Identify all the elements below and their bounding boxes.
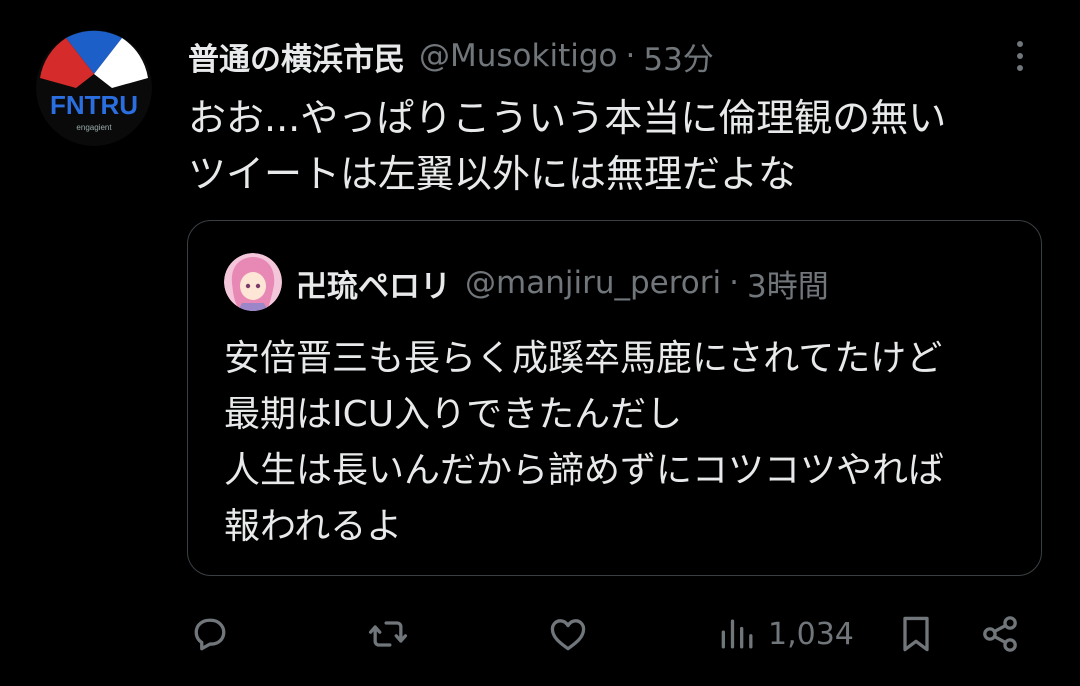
retweet-button[interactable] [366,610,410,658]
quoted-text-line: 最期はICU入りできたんだし [224,394,683,435]
more-dot [1017,41,1023,47]
like-icon [550,619,586,651]
quoted-text-line: 安倍晋三も長らく成蹊卒馬鹿にされてたけど [224,338,943,379]
retweet-icon [368,621,408,647]
author-handle[interactable]: @Musokitigo [419,38,618,74]
reply-icon [194,618,226,651]
avatar-logo-text: FNTRU [50,90,138,120]
tweet-time[interactable]: 53分 [643,34,713,79]
separator-dot: · [625,38,636,74]
views-icon [721,619,753,649]
views-count: 1,034 [768,616,854,652]
quoted-author-avatar[interactable] [224,253,282,311]
quoted-text-line: 報われるよ [224,506,403,547]
author-avatar[interactable]: FNTRU engagient [36,30,152,146]
quoted-author-handle[interactable]: @manjiru_perori [465,265,721,301]
quoted-tweet[interactable]: 卍琉ペロリ @manjiru_perori · 3時間 安倍晋三も長らく成蹊卒馬… [187,220,1042,576]
separator-dot: · [729,265,739,301]
tweet-text-line: ツイートは左翼以外には無理だよな [188,152,797,196]
more-dot [1017,65,1023,71]
quoted-author-name[interactable]: 卍琉ペロリ [296,261,451,306]
share-button[interactable] [978,610,1022,658]
bookmark-button[interactable] [894,610,938,658]
more-dot [1017,53,1023,59]
quoted-header: 卍琉ペロリ @manjiru_perori · 3時間 [296,261,829,305]
views-button[interactable]: 1,034 [716,610,854,658]
tweet-text: おお...やっぱりこういう本当に倫理観の無い ツイートは左翼以外には無理だよな [188,90,1048,202]
avatar-logo-subtext: engagient [76,123,112,132]
more-icon[interactable] [1004,36,1036,76]
bookmark-icon [903,616,929,652]
quoted-text-line: 人生は長いんだから諦めずにコツコツやれば [224,450,945,491]
share-icon [983,616,1017,652]
quoted-time[interactable]: 3時間 [747,261,829,306]
reply-button[interactable] [188,610,232,658]
author-name[interactable]: 普通の横浜市民 [188,34,405,79]
tweet-header: 普通の横浜市民 @Musokitigo · 53分 [188,34,714,78]
like-button[interactable] [546,610,590,658]
action-bar: 1,034 [0,604,1080,664]
quoted-text: 安倍晋三も長らく成蹊卒馬鹿にされてたけど 最期はICU入りできたんだし 人生は長… [224,331,1024,555]
tweet-text-line: おお...やっぱりこういう本当に倫理観の無い [188,96,947,140]
